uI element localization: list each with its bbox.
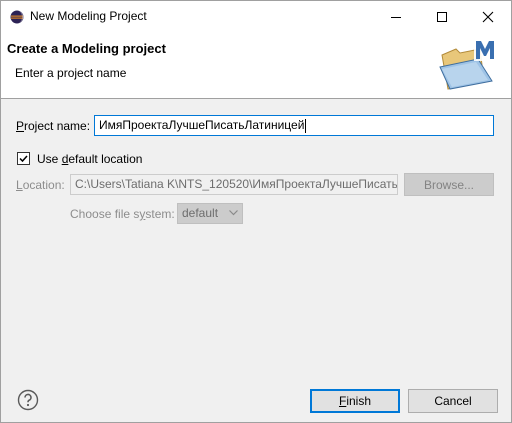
checkmark-icon xyxy=(19,155,28,163)
location-label: Location: xyxy=(16,178,65,192)
title-bar[interactable]: New Modeling Project xyxy=(1,1,511,32)
wizard-header: Create a Modeling project Enter a projec… xyxy=(1,32,511,99)
eclipse-icon xyxy=(10,10,24,24)
use-default-location-checkbox[interactable] xyxy=(17,152,30,165)
maximize-button[interactable] xyxy=(419,1,465,32)
file-system-label: Choose file system: xyxy=(70,207,175,221)
dialog-window: New Modeling Project Create a Modeling p… xyxy=(0,0,512,423)
maximize-icon xyxy=(437,11,447,22)
file-system-select[interactable]: default xyxy=(177,203,243,224)
modeling-folder-icon xyxy=(439,39,496,90)
project-name-input[interactable]: ИмяПроектаЛучшеПисатьЛатиницей xyxy=(94,115,494,136)
use-default-location-label[interactable]: Use default location xyxy=(37,152,142,166)
text-caret xyxy=(305,118,307,133)
minimize-icon xyxy=(391,16,401,18)
project-name-label: Project name: xyxy=(16,119,91,133)
minimize-button[interactable] xyxy=(373,1,419,32)
location-input[interactable]: C:\Users\Tatiana K\NTS_120520\ИмяПроекта… xyxy=(70,174,398,195)
window-title: New Modeling Project xyxy=(30,9,147,23)
page-subtitle: Enter a project name xyxy=(15,66,127,80)
finish-button[interactable]: Finish xyxy=(310,389,400,413)
close-icon xyxy=(482,11,494,22)
page-title: Create a Modeling project xyxy=(7,41,166,56)
chevron-down-icon xyxy=(229,210,238,216)
close-button[interactable] xyxy=(465,1,511,32)
browse-button[interactable]: Browse... xyxy=(404,173,494,196)
cancel-button[interactable]: Cancel xyxy=(408,389,498,413)
help-icon[interactable] xyxy=(17,389,39,411)
